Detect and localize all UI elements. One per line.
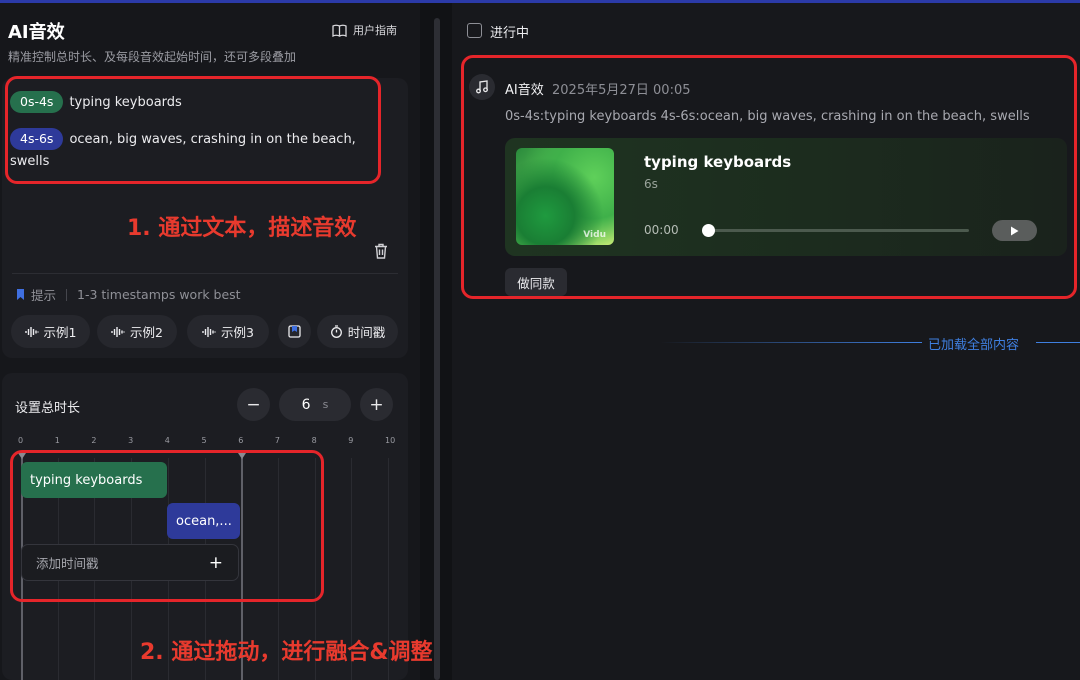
loaded-all-text: 已加载全部内容 xyxy=(928,338,1020,353)
example-2-button[interactable]: 示例2 xyxy=(97,315,177,348)
bookmark-button[interactable] xyxy=(278,315,311,348)
tip-label: 提示 xyxy=(31,288,57,303)
increase-duration-button[interactable]: + xyxy=(360,388,393,421)
duration-input[interactable]: 6 s xyxy=(279,388,351,421)
timestamp-label: 时间戳 xyxy=(347,325,386,340)
tip-separator xyxy=(66,288,68,301)
ruler-tick-5: 5 xyxy=(201,436,207,445)
annotation-box-timeline xyxy=(10,450,324,602)
user-guide-label: 用户指南 xyxy=(353,24,397,37)
tip-text: 1-3 timestamps work best xyxy=(77,287,241,302)
page-title: AI音效 xyxy=(8,22,65,43)
annotation-box-result xyxy=(461,55,1077,299)
waveform-icon xyxy=(202,326,216,337)
in-progress-label: 进行中 xyxy=(490,26,530,41)
example-3-button[interactable]: 示例3 xyxy=(187,315,269,348)
ruler-tick-7: 7 xyxy=(274,436,280,445)
decrease-duration-button[interactable]: − xyxy=(237,388,270,421)
ruler-tick-2: 2 xyxy=(91,436,97,445)
example-1-label: 示例1 xyxy=(43,325,77,340)
waveform-icon xyxy=(24,326,39,337)
in-progress-checkbox[interactable] xyxy=(467,23,482,38)
ruler-tick-1: 1 xyxy=(54,436,60,445)
page-subtitle: 精准控制总时长、及每段音效起始时间，还可多段叠加 xyxy=(8,50,297,64)
trash-icon[interactable] xyxy=(372,242,390,260)
duration-unit: s xyxy=(322,398,329,411)
annotation-box-text xyxy=(5,76,381,184)
panel-scrollbar[interactable] xyxy=(434,18,440,680)
example-1-button[interactable]: 示例1 xyxy=(11,315,90,348)
user-guide-link[interactable]: 用户指南 xyxy=(332,22,397,38)
example-2-label: 示例2 xyxy=(130,325,163,340)
annotation-step-2: 2. 通过拖动，进行融合&调整 xyxy=(140,640,433,665)
book-icon xyxy=(332,24,347,37)
duration-value: 6 xyxy=(301,396,311,413)
ruler-tick-3: 3 xyxy=(128,436,134,445)
duration-label: 设置总时长 xyxy=(15,401,81,416)
ruler-tick-4: 4 xyxy=(164,436,170,445)
stopwatch-icon xyxy=(330,325,342,338)
bookmark-square-icon xyxy=(288,325,301,338)
ruler-tick-8: 8 xyxy=(311,436,317,445)
annotation-step-1: 1. 通过文本，描述音效 xyxy=(127,216,357,241)
bookmark-icon xyxy=(17,289,24,300)
ruler-tick-6: 6 xyxy=(238,436,244,445)
loaded-line-left xyxy=(660,342,922,343)
ruler-tick-0: 0 xyxy=(18,436,24,445)
tip-row: 提示 1-3 timestamps work best xyxy=(16,285,241,304)
divider xyxy=(12,273,398,274)
waveform-icon xyxy=(111,326,125,337)
ruler-tick-10: 10 xyxy=(385,436,396,445)
loaded-line-right xyxy=(1036,342,1080,343)
example-3-label: 示例3 xyxy=(221,325,254,340)
ruler-tick-9: 9 xyxy=(348,436,354,445)
timestamp-button[interactable]: 时间戳 xyxy=(317,315,398,348)
